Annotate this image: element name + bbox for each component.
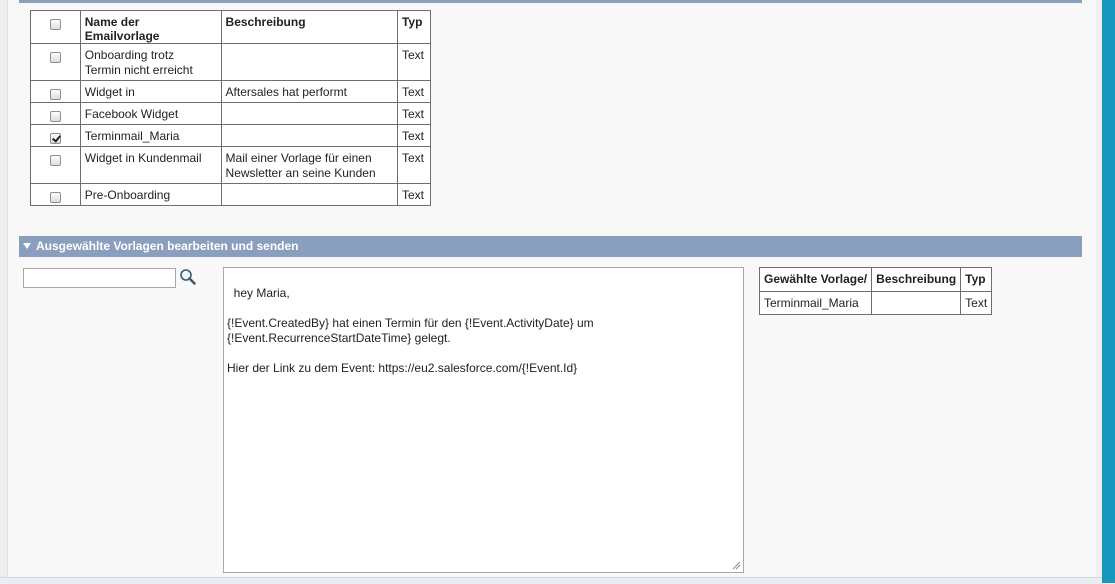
resize-grip-icon[interactable] <box>732 561 741 570</box>
template-type: Text <box>396 183 432 206</box>
template-name: Terminmail_Maria <box>79 124 222 147</box>
template-name: Facebook Widget <box>79 102 222 125</box>
template-description <box>220 43 398 81</box>
table-row: Widget in Aftersales hat performt Text <box>30 80 432 103</box>
selected-template-description <box>871 291 962 315</box>
select-all-cell <box>30 10 81 44</box>
template-name: Widget in Kundenmail <box>79 146 222 184</box>
triangle-down-icon[interactable] <box>23 243 31 249</box>
row-checkbox-cell <box>30 146 81 184</box>
template-name: Pre-Onboarding <box>79 183 222 206</box>
email-body-textarea[interactable]: hey Maria, {!Event.CreatedBy} hat einen … <box>223 267 744 573</box>
template-description <box>220 124 398 147</box>
table-row: Pre-Onboarding Text <box>30 183 432 206</box>
table-header-row: Gewählte Vorlage/ Beschreibung Typ <box>758 267 993 292</box>
template-name: Onboarding trotz Termin nicht erreicht <box>79 43 222 81</box>
table-row: Widget in Kundenmail Mail einer Vorlage f… <box>30 146 432 184</box>
template-type: Text <box>396 146 432 184</box>
row-checkbox[interactable] <box>49 132 61 144</box>
page-left-edge <box>0 0 8 583</box>
email-templates-table: Name der Emailvorlage Beschreibung Typ O… <box>30 10 432 206</box>
email-body-text: hey Maria, {!Event.CreatedBy} hat einen … <box>227 286 594 375</box>
column-header-type[interactable]: Typ <box>396 10 432 44</box>
table-row: Terminmail_Maria Text <box>30 124 432 147</box>
right-edge-strip <box>1102 0 1115 583</box>
template-name: Widget in <box>79 80 222 103</box>
section-top-bar <box>19 0 1082 3</box>
row-checkbox[interactable] <box>49 154 61 166</box>
row-checkbox[interactable] <box>49 51 61 63</box>
template-description <box>220 183 398 206</box>
selected-template-name: Terminmail_Maria <box>758 291 873 315</box>
template-type: Text <box>396 43 432 81</box>
select-all-checkbox[interactable] <box>49 18 61 30</box>
selected-templates-table: Gewählte Vorlage/ Beschreibung Typ Termi… <box>758 267 993 315</box>
search-button[interactable] <box>178 268 198 286</box>
selected-template-type: Text <box>960 291 993 315</box>
template-type: Text <box>396 124 432 147</box>
table-header-row: Name der Emailvorlage Beschreibung Typ <box>30 10 432 44</box>
template-search-input[interactable] <box>23 268 176 288</box>
template-description: Aftersales hat performt <box>220 80 398 103</box>
template-description: Mail einer Vorlage für einen Newsletter … <box>220 146 398 184</box>
row-checkbox-cell <box>30 183 81 206</box>
section-title: Ausgewählte Vorlagen bearbeiten und send… <box>36 239 299 253</box>
row-checkbox-cell <box>30 124 81 147</box>
row-checkbox-cell <box>30 80 81 103</box>
column-header-description[interactable]: Beschreibung <box>220 10 398 44</box>
column-header-type: Typ <box>960 267 993 292</box>
column-header-name[interactable]: Name der Emailvorlage <box>79 10 222 44</box>
column-header-description: Beschreibung <box>871 267 962 292</box>
table-row: Onboarding trotz Termin nicht erreicht Te… <box>30 43 432 81</box>
table-row: Terminmail_Maria Text <box>758 291 993 315</box>
row-checkbox[interactable] <box>49 191 61 203</box>
magnifier-icon <box>180 269 196 285</box>
edit-send-section-header[interactable]: Ausgewählte Vorlagen bearbeiten und send… <box>19 236 1082 257</box>
table-row: Facebook Widget Text <box>30 102 432 125</box>
template-type: Text <box>396 102 432 125</box>
row-checkbox-cell <box>30 43 81 81</box>
column-header-selected-name: Gewählte Vorlage/ <box>758 267 873 292</box>
row-checkbox-cell <box>30 102 81 125</box>
template-description <box>220 102 398 125</box>
row-checkbox[interactable] <box>49 88 61 100</box>
template-type: Text <box>396 80 432 103</box>
row-checkbox[interactable] <box>49 110 61 122</box>
